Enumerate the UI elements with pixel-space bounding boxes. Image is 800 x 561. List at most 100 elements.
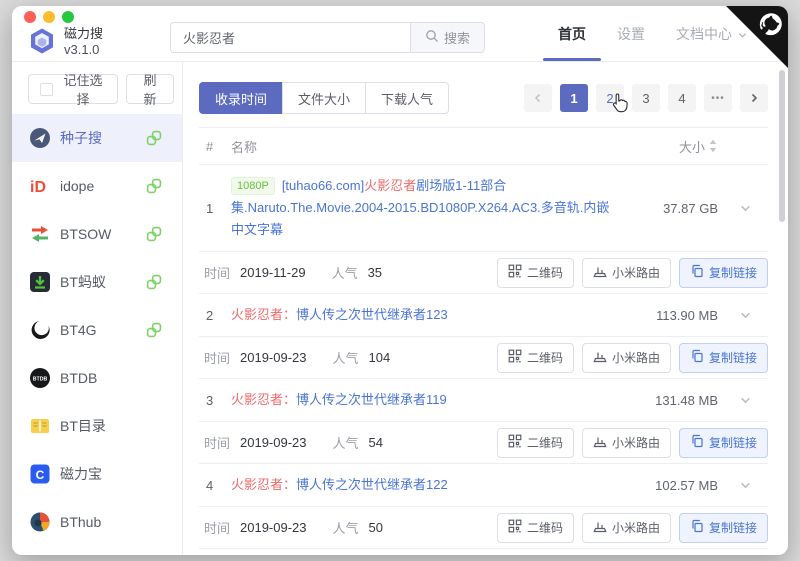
torrent-link[interactable]: 火影忍者：博人传之次世代继承者122 xyxy=(231,477,448,492)
search-button[interactable]: 搜索 xyxy=(410,22,485,53)
sidebar-item-zhongzisou[interactable]: 种子搜 xyxy=(12,114,182,162)
nav-item-settings[interactable]: 设置 xyxy=(617,6,645,62)
page-button-1[interactable]: 1 xyxy=(560,84,588,112)
minimize-button[interactable] xyxy=(43,11,55,23)
toolbar: 收录时间 文件大小 下载人气 1 2 3 4 ••• xyxy=(199,82,768,114)
source-label: 种子搜 xyxy=(60,130,102,146)
sidebar-item-bt4g[interactable]: BT4G xyxy=(12,306,182,354)
sidebar-item-btsow[interactable]: BTSOW xyxy=(12,210,182,258)
chain-link-icon[interactable] xyxy=(146,322,162,338)
column-index: # xyxy=(206,138,214,154)
row-actions: 二维码 小米路由 复制链接 xyxy=(496,257,768,288)
sort-tab-popularity[interactable]: 下载人气 xyxy=(365,82,450,114)
nav-item-label: 文档中心 xyxy=(676,26,732,42)
name-text: [tuhao66.com] xyxy=(281,178,365,193)
btsow-icon xyxy=(29,223,51,245)
sidebar-item-idope[interactable]: iD idope xyxy=(12,162,182,210)
cilibao-icon: C xyxy=(29,463,51,485)
row-size: 37.87 GB xyxy=(663,200,718,216)
expand-chevron-icon[interactable] xyxy=(722,202,768,215)
copy-link-button[interactable]: 复制链接 xyxy=(678,342,768,373)
svg-text:BTDB: BTDB xyxy=(33,376,48,382)
zhongzisou-icon xyxy=(29,127,51,149)
row-index: 1 xyxy=(206,200,214,216)
column-size[interactable]: 大小 xyxy=(622,137,722,156)
source-label: BTDB xyxy=(60,370,98,386)
sidebar-item-btmayi[interactable]: BT蚂蚁 xyxy=(12,258,182,306)
refresh-button[interactable]: 刷新 xyxy=(126,73,174,107)
qrcode-button[interactable]: 二维码 xyxy=(496,342,574,373)
name-text: 博人传之次世代继承者122 xyxy=(296,477,448,492)
zoom-button[interactable] xyxy=(62,11,74,23)
copy-icon xyxy=(690,349,704,366)
nav-item-home[interactable]: 首页 xyxy=(543,6,601,62)
router-label: 小米路由 xyxy=(611,266,660,280)
row-name-cell: 火影忍者：博人传之次世代继承者123 xyxy=(231,304,622,326)
router-button[interactable]: 小米路由 xyxy=(581,257,671,288)
row-size: 131.48 MB xyxy=(655,392,718,408)
qrcode-button[interactable]: 二维码 xyxy=(496,427,574,458)
qrcode-label: 二维码 xyxy=(526,436,563,450)
keyword-highlight: 火影忍者： xyxy=(231,307,297,322)
more-pages-button[interactable]: ••• xyxy=(704,84,732,112)
qrcode-button[interactable]: 二维码 xyxy=(496,257,574,288)
sort-caret-icon[interactable] xyxy=(708,138,718,154)
sidebar-item-btmulu[interactable]: BT目录 xyxy=(12,402,182,450)
chain-link-icon[interactable] xyxy=(146,226,162,242)
svg-text:iD: iD xyxy=(30,179,46,196)
prev-page-button[interactable] xyxy=(524,84,552,112)
qrcode-icon xyxy=(508,264,522,281)
copy-link-button[interactable]: 复制链接 xyxy=(678,512,768,543)
router-button[interactable]: 小米路由 xyxy=(581,342,671,373)
chain-link-icon[interactable] xyxy=(146,274,162,290)
qrcode-label: 二维码 xyxy=(526,266,563,280)
source-label: BT4G xyxy=(60,322,97,338)
row-detail: 时间 2019-11-29 人气 35 二维码 小米路由 复制链接 xyxy=(199,252,768,294)
remember-selection-button[interactable]: 记住选择 xyxy=(28,73,119,107)
sidebar-item-cilibao[interactable]: C 磁力宝 xyxy=(12,450,182,498)
chain-link-icon[interactable] xyxy=(146,178,162,194)
copy-label: 复制链接 xyxy=(708,266,757,280)
expand-chevron-icon[interactable] xyxy=(722,479,768,492)
page-button-2[interactable]: 2 xyxy=(596,84,624,112)
refresh-label: 刷新 xyxy=(143,73,157,107)
app-body: 记住选择 刷新 种子搜 iD idope BTSOW BT蚂蚁 BT4G BTDB BTDB B… xyxy=(12,62,788,555)
copy-icon xyxy=(690,434,704,451)
torrent-link[interactable]: [tuhao66.com]火影忍者剧场版1-11部合集.Naruto.The.M… xyxy=(231,178,609,237)
router-label: 小米路由 xyxy=(611,436,660,450)
page-button-3[interactable]: 3 xyxy=(632,84,660,112)
source-label: BT目录 xyxy=(60,418,106,434)
qrcode-button[interactable]: 二维码 xyxy=(496,512,574,543)
scrollbar-thumb[interactable] xyxy=(779,70,785,222)
close-button[interactable] xyxy=(24,11,36,23)
torrent-link[interactable]: 火影忍者：博人传之次世代继承者119 xyxy=(231,392,447,407)
source-label: 磁力宝 xyxy=(60,466,102,482)
name-text: 博人传之次世代继承者119 xyxy=(296,392,447,407)
copy-link-button[interactable]: 复制链接 xyxy=(678,427,768,458)
next-page-button[interactable] xyxy=(740,84,768,112)
table-rows: 1 1080P [tuhao66.com]火影忍者剧场版1-11部合集.Naruto… xyxy=(199,165,768,555)
sort-tab-size[interactable]: 文件大小 xyxy=(282,82,367,114)
torrent-link[interactable]: 火影忍者：博人传之次世代继承者123 xyxy=(231,307,448,322)
sidebar-item-bthub[interactable]: BThub xyxy=(12,498,182,546)
search-input[interactable] xyxy=(170,22,410,53)
qrcode-label: 二维码 xyxy=(526,351,563,365)
column-size-label: 大小 xyxy=(678,139,705,155)
copy-link-button[interactable]: 复制链接 xyxy=(678,257,768,288)
table-row: 5博人传-火影忍者新时代121195.87 MB xyxy=(199,549,768,555)
expand-chevron-icon[interactable] xyxy=(722,394,768,407)
sidebar-item-btdb[interactable]: BTDB BTDB xyxy=(12,354,182,402)
sort-tab-time[interactable]: 收录时间 xyxy=(199,82,284,114)
router-button[interactable]: 小米路由 xyxy=(581,512,671,543)
page-button-4[interactable]: 4 xyxy=(668,84,696,112)
router-button[interactable]: 小米路由 xyxy=(581,427,671,458)
row-detail: 时间 2019-09-23 人气 50 二维码 小米路由 复制链接 xyxy=(199,507,768,549)
table-row: 2 火影忍者：博人传之次世代继承者123 113.90 MB xyxy=(199,294,768,337)
remember-checkbox[interactable] xyxy=(40,82,53,96)
row-detail: 时间 2019-09-23 人气 104 二维码 小米路由 复制链接 xyxy=(199,337,768,379)
nav-item-label: 设置 xyxy=(617,26,645,42)
expand-chevron-icon[interactable] xyxy=(722,309,768,322)
keyword-highlight: 火影忍者： xyxy=(231,392,297,407)
chain-link-icon[interactable] xyxy=(146,130,162,146)
popularity-label: 人气 xyxy=(332,351,359,366)
